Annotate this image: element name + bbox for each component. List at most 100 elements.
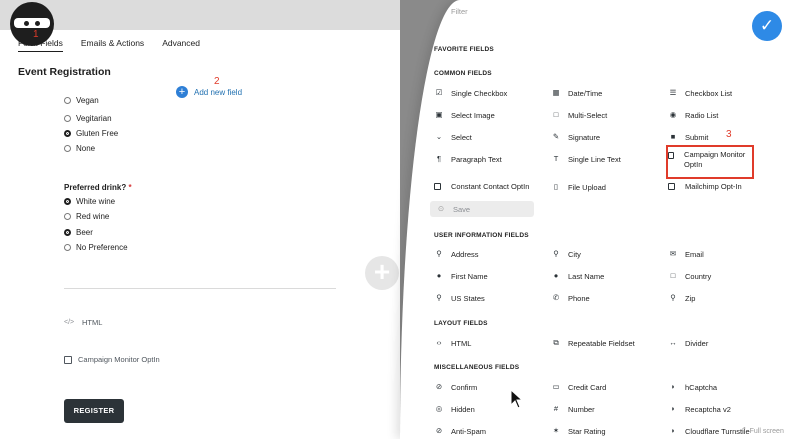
tab-label: Emails & Actions — [80, 38, 145, 48]
divider-field[interactable] — [64, 288, 336, 289]
field-label: Single Checkbox — [451, 88, 508, 98]
drink-label-text: Preferred drink? — [64, 183, 127, 192]
field-hcaptcha[interactable]: ◗ hCaptcha — [668, 382, 780, 392]
field-single-line-text[interactable]: T Single Line Text — [551, 154, 663, 164]
radio-option-none[interactable]: None — [64, 144, 95, 153]
field-label: Checkbox List — [685, 88, 733, 98]
radio-option-vegan[interactable]: Vegan — [64, 96, 99, 105]
paragraph-icon: ¶ — [436, 154, 442, 163]
field-divider[interactable]: ↔ Divider — [668, 338, 780, 348]
radio-option-beer[interactable]: Beer — [64, 228, 93, 237]
radio-button[interactable] — [64, 213, 71, 220]
field-country[interactable]: □ Country — [668, 271, 780, 281]
checkmark-icon[interactable]: ✓ — [752, 11, 782, 41]
tab-label: Advanced — [162, 38, 200, 48]
field-label: Confirm — [451, 382, 478, 392]
checkbox-icon — [434, 183, 441, 190]
mouse-cursor-icon — [510, 389, 524, 409]
tab-advanced[interactable]: Advanced — [162, 38, 200, 52]
checkbox[interactable] — [64, 355, 72, 364]
top-bar — [0, 0, 400, 30]
credit-card-icon: ▭ — [552, 382, 560, 391]
field-save[interactable]: ⊙ Save — [430, 201, 534, 217]
radio-option-vegitarian[interactable]: Vegitarian — [64, 114, 112, 123]
add-new-field-button[interactable]: + Add new field — [176, 86, 242, 98]
field-phone[interactable]: ✆ Phone — [551, 293, 663, 303]
field-us-states[interactable]: ⚲ US States — [434, 293, 546, 303]
user-icon: ● — [553, 271, 559, 280]
star-icon: ✶ — [552, 426, 560, 435]
field-mailchimp-optin[interactable]: Mailchimp Opt-In — [668, 182, 780, 191]
highlight-box — [666, 145, 754, 179]
field-last-name[interactable]: ● Last Name — [551, 271, 663, 281]
check-circle-icon: ⊘ — [435, 382, 443, 391]
field-submit[interactable]: ■ Submit — [668, 132, 780, 142]
form-builder-pane: 1 Form Fields Emails & Actions Advanced … — [0, 0, 400, 439]
field-label: Hidden — [451, 404, 475, 414]
field-label: Divider — [685, 338, 709, 348]
field-file-upload[interactable]: ▯ File Upload — [551, 182, 663, 192]
html-field[interactable]: </> HTML — [64, 318, 102, 327]
field-select-image[interactable]: ▣ Select Image — [434, 110, 546, 120]
radio-option-white-wine[interactable]: White wine — [64, 197, 115, 206]
field-email[interactable]: ✉ Email — [668, 249, 780, 259]
field-repeatable-fieldset[interactable]: ⧉ Repeatable Fieldset — [551, 338, 663, 348]
field-zip[interactable]: ⚲ Zip — [668, 293, 780, 303]
field-label: Single Line Text — [568, 154, 621, 164]
field-label: Recaptcha v2 — [685, 404, 731, 414]
field-star-rating[interactable]: ✶ Star Rating — [551, 426, 663, 436]
field-number[interactable]: # Number — [551, 404, 663, 414]
section-favorite-fields: FAVORITE FIELDS — [434, 46, 494, 53]
full-screen-button[interactable]: ⤢ Full screen — [740, 427, 784, 435]
field-confirm[interactable]: ⊘ Confirm — [434, 382, 546, 392]
field-multi-select[interactable]: □ Multi-Select — [551, 110, 663, 120]
radio-button[interactable] — [64, 97, 71, 104]
field-credit-card[interactable]: ▭ Credit Card — [551, 382, 663, 392]
radio-label: Beer — [76, 228, 93, 237]
field-single-checkbox[interactable]: ☑ Single Checkbox — [434, 88, 546, 98]
field-constant-contact-optin[interactable]: Constant Contact OptIn — [434, 182, 546, 191]
code-icon: ‹› — [436, 338, 442, 347]
radio-button[interactable] — [64, 198, 71, 205]
field-recaptcha-v2[interactable]: ◗ Recaptcha v2 — [668, 404, 780, 414]
register-button[interactable]: REGISTER — [64, 399, 124, 423]
field-select[interactable]: ⌄ Select — [434, 132, 546, 142]
step-number-3: 3 — [726, 129, 732, 140]
field-address[interactable]: ⚲ Address — [434, 249, 546, 259]
field-anti-spam[interactable]: ⊘ Anti-Spam — [434, 426, 546, 436]
field-paragraph-text[interactable]: ¶ Paragraph Text — [434, 154, 546, 164]
field-radio-list[interactable]: ◉ Radio List — [668, 110, 780, 120]
field-label: HTML — [451, 338, 472, 348]
tab-emails-actions[interactable]: Emails & Actions — [81, 38, 144, 52]
square-icon: □ — [670, 271, 676, 280]
field-html[interactable]: ‹› HTML — [434, 338, 546, 348]
field-label: Credit Card — [568, 382, 607, 392]
campaign-monitor-optin-field[interactable]: Campaign Monitor OptIn — [64, 355, 160, 364]
tab-label: Form Fields — [18, 38, 63, 48]
field-checkbox-list[interactable]: ☰ Checkbox List — [668, 88, 780, 98]
radio-option-no-preference[interactable]: No Preference — [64, 243, 128, 252]
add-field-plus-icon[interactable]: + — [365, 256, 399, 290]
radio-label: Vegan — [76, 96, 99, 105]
form-title: Event Registration — [18, 66, 111, 78]
square-icon: □ — [553, 110, 559, 119]
radio-option-gluten-free[interactable]: Gluten Free — [64, 129, 118, 138]
search-icon — [435, 3, 443, 12]
field-label: File Upload — [568, 182, 606, 192]
radio-button[interactable] — [64, 244, 71, 251]
radio-option-red-wine[interactable]: Red wine — [64, 212, 109, 221]
radio-button[interactable] — [64, 130, 71, 137]
field-signature[interactable]: ✎ Signature — [551, 132, 663, 142]
tab-form-fields[interactable]: 1 Form Fields — [18, 29, 63, 52]
radio-button[interactable] — [64, 115, 71, 122]
field-city[interactable]: ⚲ City — [551, 249, 663, 259]
filter-input[interactable]: Filter — [435, 3, 468, 16]
field-label: City — [568, 249, 581, 259]
field-first-name[interactable]: ● First Name — [434, 271, 546, 281]
field-hidden[interactable]: ◎ Hidden — [434, 404, 546, 414]
field-label: Star Rating — [568, 426, 606, 436]
radio-button[interactable] — [64, 229, 71, 236]
field-date-time[interactable]: ▦ Date/Time — [551, 88, 663, 98]
radio-button[interactable] — [64, 145, 71, 152]
field-label: Phone — [568, 293, 590, 303]
